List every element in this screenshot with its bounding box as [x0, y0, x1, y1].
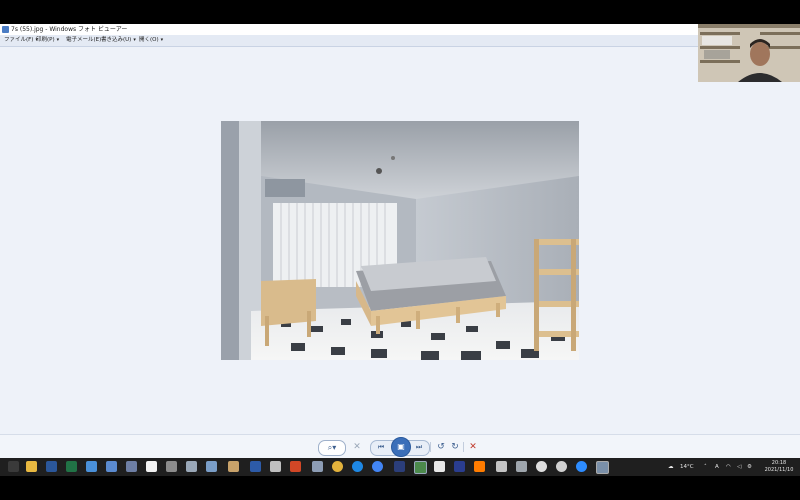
photo-viewer-taskbar-icon[interactable]	[414, 461, 427, 474]
delete-button[interactable]: ✕	[467, 440, 479, 454]
delete-disabled-button: ✕	[350, 440, 364, 454]
previous-icon: ⏮	[377, 443, 385, 451]
app-icon[interactable]	[228, 461, 239, 472]
app-icon[interactable]	[596, 461, 609, 474]
weather-icon[interactable]: ☁	[668, 458, 674, 476]
next-button[interactable]: ⏭	[411, 440, 427, 454]
app-icon[interactable]	[516, 461, 527, 472]
app-icon[interactable]	[556, 461, 567, 472]
taskbar: ☁ 14°C ˄ A ◠ ◁ ⚙ 20:18 2021/11/10	[0, 458, 800, 476]
menu-email-label: 電子メール(E)	[66, 37, 102, 43]
previous-button[interactable]: ⏮	[373, 440, 389, 454]
app-icon[interactable]	[394, 461, 405, 472]
app-icon[interactable]	[496, 461, 507, 472]
photoshop-icon[interactable]	[454, 461, 465, 472]
app-icon[interactable]	[186, 461, 197, 472]
app-icon[interactable]	[270, 461, 281, 472]
viewer-control-bar: ⌕▾ ✕ ⏮ ▣ ⏭ ↺ ↻ ✕	[0, 434, 800, 458]
menu-email[interactable]: 電子メール(E)	[64, 35, 103, 46]
file-explorer-icon[interactable]	[26, 461, 37, 472]
chrome-icon[interactable]	[332, 461, 343, 472]
clock-date: 2021/11/10	[764, 467, 794, 473]
menu-print[interactable]: 印刷(P) ▾	[34, 35, 61, 46]
chevron-down-icon: ▾	[160, 37, 164, 43]
zoom-icon: ⌕▾	[327, 443, 337, 452]
menu-file-label: ファイル(F)	[4, 37, 34, 43]
menu-bar: ファイル(F) ▾ 印刷(P) ▾ 電子メール(E) 書き込み(U) ▾ 開く(O) ▾	[0, 35, 800, 47]
toolbar-divider	[430, 442, 431, 452]
next-icon: ⏭	[415, 443, 423, 451]
app-icon[interactable]	[536, 461, 547, 472]
zoom-app-icon[interactable]	[576, 461, 587, 472]
word-icon[interactable]	[46, 461, 57, 472]
bedroom-photo-image	[221, 121, 579, 360]
slideshow-button[interactable]: ▣	[391, 437, 411, 457]
ime-indicator[interactable]: A	[715, 458, 719, 476]
chevron-up-icon[interactable]: ˄	[704, 458, 707, 476]
wifi-icon[interactable]: ◠	[726, 458, 731, 476]
edge-icon[interactable]	[352, 461, 363, 472]
title-bar: 7s (55).jpg - Windows フォト ビューアー	[0, 24, 800, 35]
chevron-down-icon: ▾	[133, 37, 136, 43]
settings-icon[interactable]: ⚙	[747, 458, 752, 476]
displayed-photo	[221, 121, 579, 360]
app-icon[interactable]	[166, 461, 177, 472]
menu-print-label: 印刷(P)	[36, 37, 55, 43]
zoom-button[interactable]: ⌕▾	[318, 440, 346, 456]
menu-burn[interactable]: 書き込み(U) ▾	[99, 35, 138, 46]
rotate-ccw-icon: ↺	[437, 442, 445, 452]
app-icon[interactable]	[290, 461, 301, 472]
browser-icon[interactable]	[372, 461, 383, 472]
window-title: 7s (55).jpg - Windows フォト ビューアー	[11, 26, 128, 33]
app-icon[interactable]	[86, 461, 97, 472]
menu-burn-label: 書き込み(U)	[101, 37, 132, 43]
app-icon[interactable]	[250, 461, 261, 472]
store-icon[interactable]	[146, 461, 157, 472]
app-icon[interactable]	[312, 461, 323, 472]
webcam-overlay	[698, 24, 800, 82]
speaker-icon[interactable]: ◁	[737, 458, 741, 476]
rotate-cw-icon: ↻	[451, 442, 459, 452]
rotate-right-button[interactable]: ↻	[449, 440, 461, 454]
app-icon[interactable]	[106, 461, 117, 472]
slideshow-icon: ▣	[397, 442, 405, 451]
webcam-video-image	[698, 24, 800, 82]
app-icon[interactable]	[126, 461, 137, 472]
x-icon: ✕	[353, 442, 361, 452]
clock-time: 20:18	[771, 460, 787, 466]
illustrator-icon[interactable]	[474, 461, 485, 472]
app-icon[interactable]	[206, 461, 217, 472]
excel-icon[interactable]	[66, 461, 77, 472]
photo-viewer-window: 7s (55).jpg - Windows フォト ビューアー ファイル(F) ▾…	[0, 24, 800, 458]
chevron-down-icon: ▾	[56, 37, 60, 43]
weather-temperature[interactable]: 14°C	[680, 458, 694, 476]
app-icon[interactable]	[434, 461, 445, 472]
photo-viewer-app-icon	[2, 26, 9, 33]
menu-open[interactable]: 開く(O) ▾	[137, 35, 165, 46]
toolbar-divider	[463, 442, 464, 452]
rotate-left-button[interactable]: ↺	[435, 440, 447, 454]
clock[interactable]: 20:18 2021/11/10	[760, 460, 798, 474]
menu-open-label: 開く(O)	[139, 37, 159, 43]
delete-icon: ✕	[469, 442, 477, 452]
start-icon[interactable]	[8, 461, 19, 472]
